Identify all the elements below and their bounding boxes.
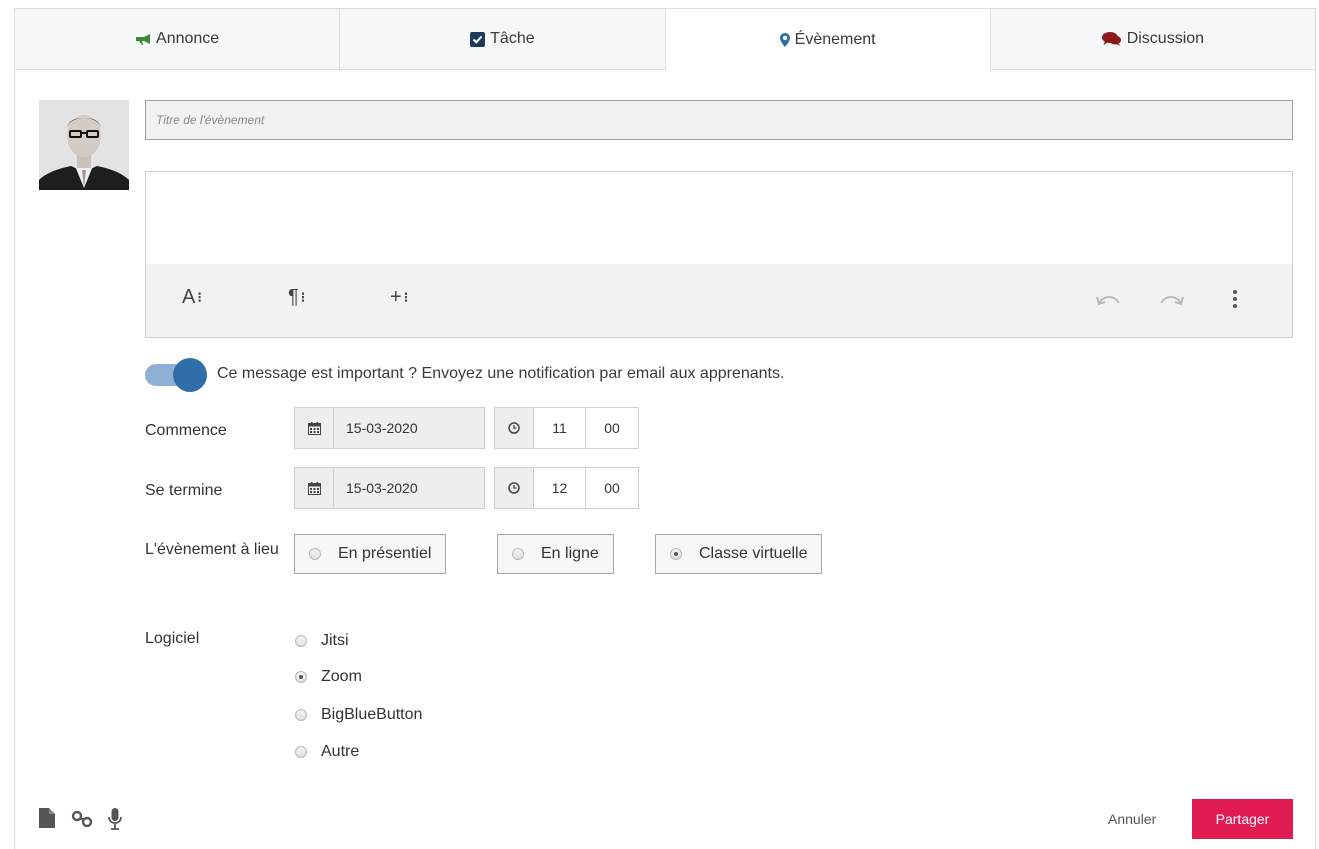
message-editor[interactable]: A ⁝ ¶ ⁝ + ⁝ <box>145 171 1293 338</box>
tab-discussion[interactable]: Discussion <box>991 9 1315 69</box>
radio-icon <box>512 548 524 560</box>
start-minute-input[interactable]: 00 <box>586 408 638 448</box>
start-hour-input[interactable]: 11 <box>534 408 586 448</box>
end-date-input[interactable]: 15-03-2020 <box>334 468 484 508</box>
software-label: Logiciel <box>145 630 200 647</box>
calendar-icon[interactable] <box>295 408 334 448</box>
redo-icon[interactable] <box>1158 290 1184 313</box>
tab-evenement[interactable]: Évènement <box>665 9 991 71</box>
avatar <box>39 100 129 190</box>
cancel-button[interactable]: Annuler <box>1108 811 1156 827</box>
software-option-jitsi[interactable]: Jitsi <box>295 629 349 653</box>
software-option-zoom[interactable]: Zoom <box>295 665 362 689</box>
software-option-bigbluebutton[interactable]: BigBlueButton <box>295 703 422 727</box>
radio-checked-icon <box>670 548 682 560</box>
map-marker-icon <box>779 33 790 47</box>
tab-annonce[interactable]: Annonce <box>15 9 341 69</box>
end-minute-input[interactable]: 00 <box>586 468 638 508</box>
tab-label: Discussion <box>1126 30 1205 47</box>
software-option-autre[interactable]: Autre <box>295 740 359 764</box>
location-option-presentiel[interactable]: En présentiel <box>294 534 447 574</box>
clock-icon <box>495 408 534 448</box>
radio-icon <box>295 709 307 721</box>
start-time-group: 11 00 <box>494 407 639 449</box>
notify-text: Ce message est important ? Envoyez une n… <box>217 365 785 382</box>
radio-icon <box>295 746 307 758</box>
paragraph-button[interactable]: ¶ ⁝ <box>288 286 305 309</box>
more-vertical-icon[interactable] <box>1232 289 1238 315</box>
undo-icon[interactable] <box>1096 290 1122 313</box>
file-icon[interactable] <box>39 808 55 833</box>
calendar-icon[interactable] <box>295 468 334 508</box>
end-time-group: 12 00 <box>494 467 639 509</box>
tab-label: Évènement <box>794 31 876 48</box>
radio-icon <box>295 635 307 647</box>
comments-icon <box>1101 32 1122 46</box>
location-label: L'évènement à lieu <box>145 541 279 558</box>
post-composer: Annonce Tâche Évènement Discussion Titre… <box>14 8 1316 849</box>
text-style-button[interactable]: A ⁝ <box>182 286 202 309</box>
notify-row: Ce message est important ? Envoyez une n… <box>145 358 785 392</box>
bullhorn-icon <box>135 32 151 46</box>
start-label: Commence <box>145 422 227 439</box>
start-date-input[interactable]: 15-03-2020 <box>334 408 484 448</box>
end-hour-input[interactable]: 12 <box>534 468 586 508</box>
toggle-knob <box>173 358 207 392</box>
radio-checked-icon <box>295 671 307 683</box>
tab-label: Annonce <box>156 30 220 47</box>
link-icon[interactable] <box>71 810 93 832</box>
microphone-icon[interactable] <box>108 808 122 835</box>
notify-toggle[interactable] <box>145 358 207 392</box>
radio-icon <box>309 548 321 560</box>
clock-icon <box>495 468 534 508</box>
tab-label: Tâche <box>490 30 535 47</box>
insert-button[interactable]: + ⁝ <box>390 286 408 309</box>
location-option-en-ligne[interactable]: En ligne <box>497 534 614 574</box>
event-title-input[interactable] <box>145 100 1293 140</box>
start-date-group: 15-03-2020 <box>294 407 485 449</box>
end-label: Se termine <box>145 482 223 499</box>
location-option-classe-virtuelle[interactable]: Classe virtuelle <box>655 534 823 574</box>
tab-tache[interactable]: Tâche <box>340 9 666 69</box>
editor-toolbar: A ⁝ ¶ ⁝ + ⁝ <box>146 264 1292 337</box>
share-button[interactable]: Partager <box>1192 799 1293 839</box>
post-type-tabs: Annonce Tâche Évènement Discussion <box>15 8 1315 71</box>
end-date-group: 15-03-2020 <box>294 467 485 509</box>
checkbox-icon <box>470 31 486 47</box>
editor-body[interactable] <box>146 172 1292 264</box>
